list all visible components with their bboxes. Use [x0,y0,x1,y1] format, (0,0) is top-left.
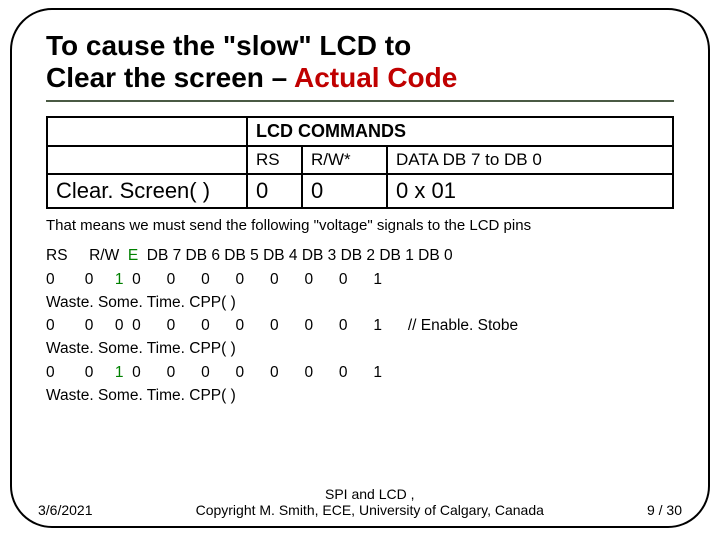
explain-text: That means we must send the following "v… [46,217,674,234]
footer-center: SPI and LCD , Copyright M. Smith, ECE, U… [93,486,647,518]
row-rw: 0 [302,174,387,208]
footer-date: 3/6/2021 [38,502,93,518]
row-label: Clear. Screen( ) [47,174,247,208]
pins-block: RS R/W E DB 7 DB 6 DB 5 DB 4 DB 3 DB 2 D… [46,244,674,407]
pins-hdr-e: E [128,247,138,264]
table-header-row: LCD COMMANDS [47,117,673,146]
title-line2a: Clear the screen – [46,62,294,93]
table-header: LCD COMMANDS [247,117,673,146]
row-rs: 0 [247,174,302,208]
footer: 3/6/2021 SPI and LCD , Copyright M. Smit… [12,486,708,518]
pins-w1: Waste. Some. Time. CPP( ) [46,294,236,311]
title-accent: Actual Code [294,62,457,93]
pins-r1-a: 0 0 [46,271,115,288]
pins-r1-e: 1 [115,271,124,288]
footer-center2: Copyright M. Smith, ECE, University of C… [196,502,544,518]
pins-hdr-a: RS R/W [46,247,128,264]
pins-r3-b: 0 0 0 0 0 0 0 1 [124,364,382,381]
pins-r1-b: 0 0 0 0 0 0 0 1 [124,271,382,288]
pins-w3: Waste. Some. Time. CPP( ) [46,387,236,404]
col-rs: RS [247,146,302,174]
pins-r3-a: 0 0 [46,364,115,381]
slide-title: To cause the "slow" LCD to Clear the scr… [46,30,674,94]
commands-table: LCD COMMANDS RS R/W* DATA DB 7 to DB 0 C… [46,116,674,209]
col-rw: R/W* [302,146,387,174]
table-data-row: Clear. Screen( ) 0 0 0 x 01 [47,174,673,208]
pins-hdr-b: DB 7 DB 6 DB 5 DB 4 DB 3 DB 2 DB 1 DB 0 [138,247,452,264]
footer-page: 9 / 30 [647,502,682,518]
row-data: 0 x 01 [387,174,673,208]
title-line1: To cause the "slow" LCD to [46,30,411,61]
pins-r2: 0 0 0 0 0 0 0 0 0 0 1 // Enable. Stobe [46,317,518,334]
col-data: DATA DB 7 to DB 0 [387,146,673,174]
table-header-blank [47,117,247,146]
slide-frame: To cause the "slow" LCD to Clear the scr… [10,8,710,528]
table-subheader-row: RS R/W* DATA DB 7 to DB 0 [47,146,673,174]
pins-w2: Waste. Some. Time. CPP( ) [46,340,236,357]
table-sub-blank [47,146,247,174]
footer-center1: SPI and LCD , [325,486,415,502]
pins-r3-e: 1 [115,364,124,381]
title-rule [46,100,674,102]
